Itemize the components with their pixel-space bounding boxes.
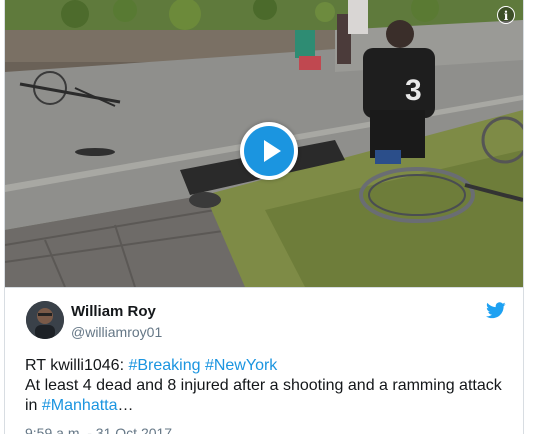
author-handle[interactable]: @williamroy01 bbox=[71, 324, 162, 340]
hashtag-newyork-link[interactable]: #NewYork bbox=[205, 357, 277, 374]
play-icon bbox=[264, 140, 281, 162]
author-name[interactable]: William Roy bbox=[71, 303, 156, 320]
hashtag-breaking-link[interactable]: #Breaking bbox=[128, 357, 200, 374]
line3-prefix: in bbox=[25, 397, 42, 414]
embedded-tweet-card[interactable]: 3 i William Roy @williamroy01 RT kwilli1… bbox=[4, 0, 524, 434]
tweet-line-3: in #Manhatta… bbox=[25, 396, 515, 416]
retweet-prefix: RT kwilli1046: bbox=[25, 357, 129, 374]
info-icon[interactable]: i bbox=[497, 6, 515, 24]
tweet-line-2: At least 4 dead and 8 injured after a sh… bbox=[25, 377, 502, 394]
hashtag-manhattan-link[interactable]: #Manhatta bbox=[42, 397, 118, 414]
avatar[interactable] bbox=[26, 301, 64, 339]
avatar-image bbox=[26, 301, 64, 339]
twitter-bird-icon[interactable] bbox=[486, 302, 506, 319]
video-thumbnail[interactable]: 3 i bbox=[5, 0, 523, 287]
tweet-text: RT kwilli1046: #Breaking #NewYork At lea… bbox=[25, 356, 515, 416]
play-button[interactable] bbox=[240, 122, 298, 180]
jersey-number: 3 bbox=[405, 74, 422, 107]
tweet-timestamp[interactable]: 9:59 a.m. - 31 Oct 2017 bbox=[25, 425, 172, 434]
divider bbox=[5, 287, 523, 288]
ellipsis: … bbox=[117, 397, 134, 414]
tweet-line-1: RT kwilli1046: #Breaking #NewYork bbox=[25, 356, 515, 376]
